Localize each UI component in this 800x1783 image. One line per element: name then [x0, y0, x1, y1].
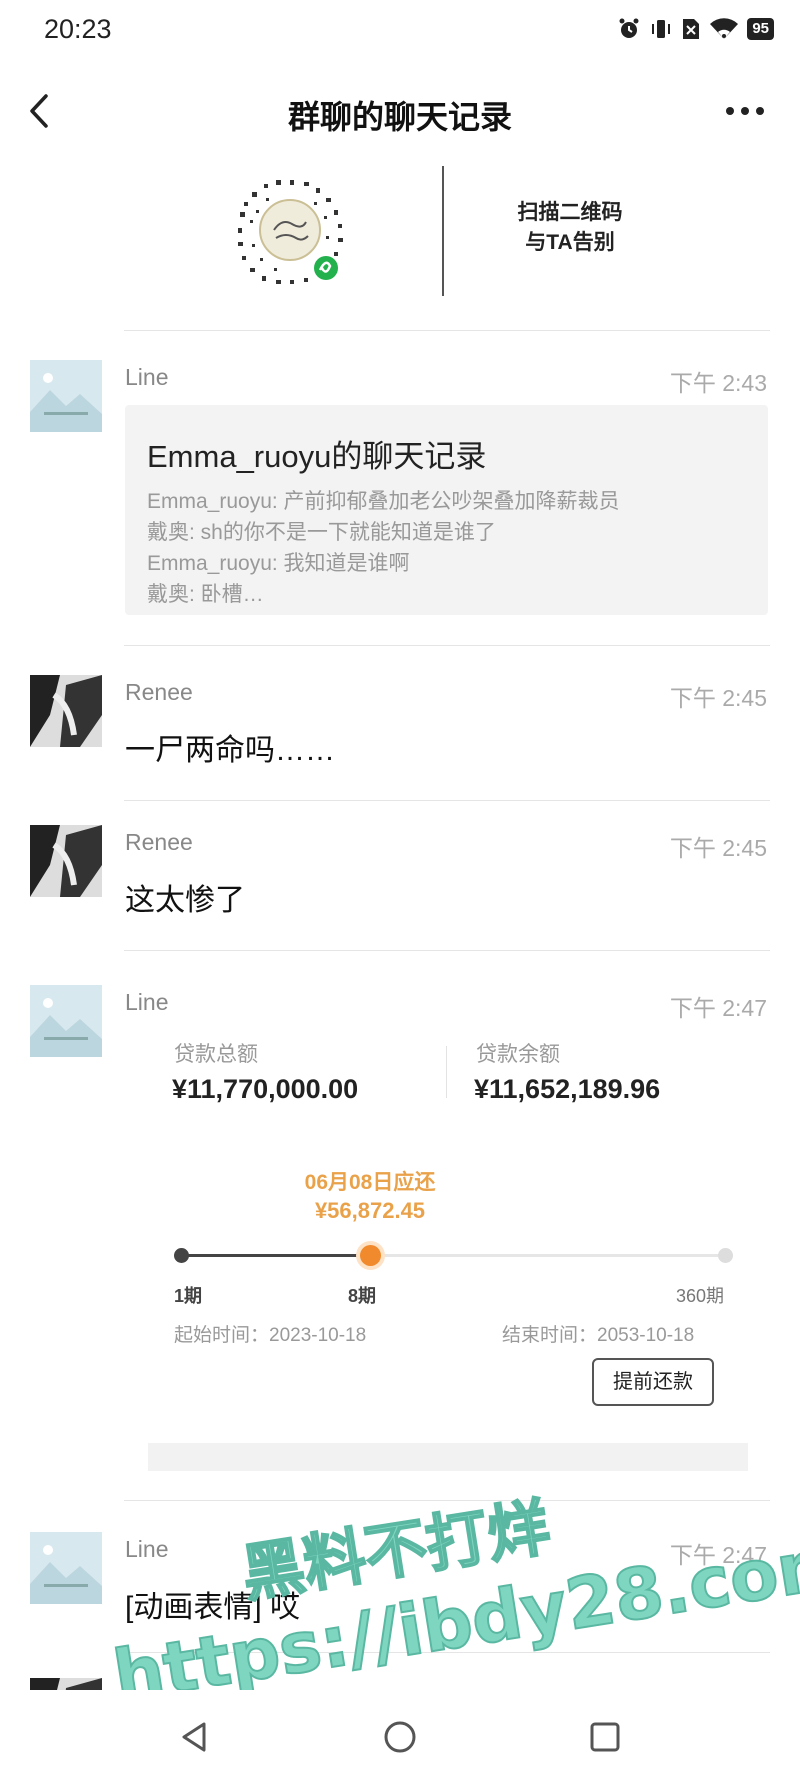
divider [124, 645, 770, 646]
due-amount: ¥56,872.45 [314, 1198, 426, 1223]
nav-recents-icon[interactable] [580, 1712, 630, 1762]
sender-name: Line [125, 989, 169, 1015]
progress-end-dot [718, 1248, 733, 1263]
divider [124, 950, 770, 951]
period-start: 1期 [174, 1286, 203, 1306]
progress-remaining-track [370, 1254, 730, 1257]
avatar[interactable] [30, 825, 102, 897]
sender-name: Renee [125, 829, 193, 855]
chat-record-title: Emma_ruoyu的聊天记录 [147, 439, 487, 474]
prepay-button[interactable]: 提前还款 [592, 1358, 714, 1406]
start-time: 起始时间：2023-10-18 [174, 1325, 367, 1346]
loan-balance-label: 贷款余额 [476, 1043, 560, 1066]
qr-code-icon[interactable] [230, 172, 350, 292]
progress-current-dot [360, 1245, 381, 1266]
sender-name: Line [125, 364, 169, 390]
sender-name: Renee [125, 679, 193, 705]
avatar[interactable] [30, 1678, 102, 1690]
avatar[interactable] [30, 1532, 102, 1604]
status-bar: 20:23 95 [0, 0, 800, 60]
period-current: 8期 [348, 1286, 377, 1306]
qr-caption-line2: 与TA告别 [525, 231, 615, 254]
avatar[interactable] [30, 675, 102, 747]
page-title: 群聊的聊天记录 [287, 99, 512, 135]
loan-card[interactable]: 贷款总额 ¥11,770,000.00 贷款余额 ¥11,652,189.96 … [150, 1034, 750, 1464]
more-icon[interactable] [720, 88, 770, 134]
loan-total-value: ¥11,770,000.00 [172, 1074, 359, 1104]
message-text: 一尸两命吗…… [125, 734, 335, 767]
period-end: 360期 [676, 1286, 725, 1306]
system-nav-bar [0, 1690, 800, 1783]
divider [124, 800, 770, 801]
chat-record-line: Emma_ruoyu: 产前抑郁叠加老公吵架叠加降薪裁员 [147, 490, 620, 513]
chat-record-line: 戴奥: sh的你不是一下就能知道是谁了 [147, 521, 496, 544]
banner-divider [442, 166, 444, 296]
message-text: 这太惨了 [125, 884, 245, 917]
loan-balance-value: ¥11,652,189.96 [474, 1074, 661, 1104]
qr-caption: 扫描二维码 与TA告别 [500, 198, 640, 258]
message-time: 下午 2:45 [669, 685, 767, 711]
battery-indicator: 95 [747, 18, 774, 40]
top-bar: 群聊的聊天记录 [0, 76, 800, 146]
status-icons: 95 [617, 17, 774, 41]
loan-divider [446, 1046, 447, 1098]
no-sim-icon [683, 19, 700, 39]
divider [124, 330, 770, 331]
watermark: 黑料不打烊 https://ibdy28.com [100, 1489, 800, 1719]
progress-completed-track [182, 1254, 370, 1257]
chat-record-line: 戴奥: 卧槽… [147, 583, 264, 606]
status-time: 20:23 [44, 14, 112, 44]
nav-home-icon[interactable] [375, 1712, 425, 1762]
loan-card-footer [148, 1443, 748, 1471]
avatar[interactable] [30, 985, 102, 1057]
chat-record-line: Emma_ruoyu: 我知道是谁啊 [147, 552, 410, 575]
vibrate-icon [652, 20, 671, 38]
loan-total-label: 贷款总额 [174, 1043, 258, 1066]
avatar[interactable] [30, 360, 102, 432]
end-time: 结束时间：2053-10-18 [502, 1325, 695, 1346]
nav-back-icon[interactable] [170, 1712, 220, 1762]
message-time: 下午 2:45 [669, 835, 767, 861]
chat-record-card[interactable]: Emma_ruoyu的聊天记录 Emma_ruoyu: 产前抑郁叠加老公吵架叠加… [125, 405, 768, 615]
message-time: 下午 2:47 [669, 995, 767, 1021]
message-time: 下午 2:43 [669, 370, 767, 396]
due-date: 06月08日应还 [304, 1171, 436, 1194]
alarm-icon [619, 18, 639, 38]
progress-start-dot [174, 1248, 189, 1263]
qr-farewell-banner: 扫描二维码 与TA告别 [200, 162, 640, 302]
wifi-icon [710, 18, 739, 39]
qr-caption-line1: 扫描二维码 [517, 201, 623, 224]
